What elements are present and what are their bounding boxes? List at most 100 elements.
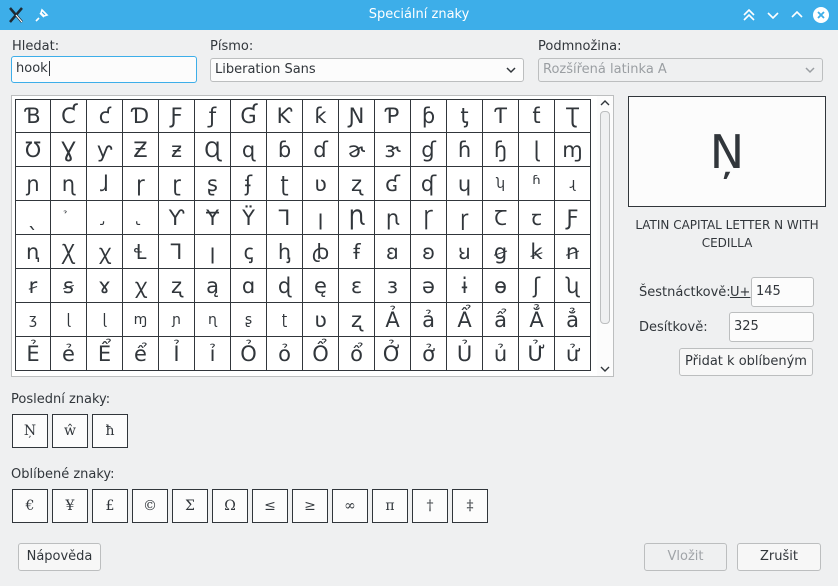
favorite-char[interactable]: ¥	[52, 489, 88, 523]
subset-combo[interactable]: Rozšířená latinka A	[538, 58, 823, 82]
help-button[interactable]: Nápověda	[18, 543, 101, 571]
char-cell[interactable]: Ả	[375, 303, 411, 337]
char-cell[interactable]: ꞁ	[303, 201, 339, 235]
char-cell[interactable]: Ƥ	[375, 99, 411, 133]
char-cell[interactable]: ɚ	[339, 133, 375, 167]
char-cell[interactable]: Ɬ	[123, 235, 159, 269]
char-cell[interactable]: ɤ	[87, 269, 123, 303]
char-cell[interactable]: ẳ	[555, 303, 591, 337]
scrollbar-thumb[interactable]	[600, 111, 610, 324]
char-cell[interactable]: Ꞇ	[483, 201, 519, 235]
char-cell[interactable]: ʈ	[267, 167, 303, 201]
char-cell[interactable]: Ể	[87, 337, 123, 371]
char-cell[interactable]: ʐ	[339, 303, 375, 337]
char-cell[interactable]: Ɣ	[51, 133, 87, 167]
char-cell[interactable]: Ẳ	[519, 303, 555, 337]
char-cell[interactable]: ꞑ	[15, 235, 51, 269]
char-cell[interactable]: ɼ	[123, 167, 159, 201]
char-cell[interactable]: ɱ	[123, 303, 159, 337]
char-cell[interactable]: ʯ	[555, 269, 591, 303]
char-cell[interactable]: ę	[303, 269, 339, 303]
char-cell[interactable]: ʃ	[519, 269, 555, 303]
char-cell[interactable]: Ɓ	[15, 99, 51, 133]
scroll-down-icon[interactable]	[599, 364, 611, 374]
char-cell[interactable]: ɲ	[159, 303, 195, 337]
char-cell[interactable]: Ʈ	[555, 99, 591, 133]
char-cell[interactable]: ɥ	[447, 167, 483, 201]
minimize-icon[interactable]	[763, 5, 783, 25]
char-cell[interactable]: Ꞁ	[267, 201, 303, 235]
char-cell[interactable]: ̢	[123, 201, 159, 235]
char-cell[interactable]: ɵ	[483, 269, 519, 303]
char-cell[interactable]: ʈ	[267, 303, 303, 337]
char-cell[interactable]: ỏ	[267, 337, 303, 371]
keep-above-icon[interactable]	[739, 5, 759, 25]
char-cell[interactable]: Ƒ	[555, 201, 591, 235]
favorite-char[interactable]: π	[372, 489, 408, 523]
char-cell[interactable]: Ổ	[303, 337, 339, 371]
char-cell[interactable]: ɛ	[339, 269, 375, 303]
char-cell[interactable]: ꭓ	[123, 269, 159, 303]
char-cell[interactable]: ở	[411, 337, 447, 371]
char-cell[interactable]: ꞙ	[339, 235, 375, 269]
add-favorite-button[interactable]: Přidat k oblíbeným	[679, 348, 813, 376]
char-cell[interactable]: ą	[195, 269, 231, 303]
char-cell[interactable]: ꞝ	[411, 235, 447, 269]
close-icon[interactable]	[811, 5, 831, 25]
char-cell[interactable]: Ƶ	[123, 133, 159, 167]
char-cell[interactable]: Ƙ	[267, 99, 303, 133]
favorite-char[interactable]: Ω	[212, 489, 248, 523]
char-cell[interactable]: ɭ	[51, 303, 87, 337]
char-cell[interactable]: ƶ	[159, 133, 195, 167]
hex-input[interactable]: 145	[751, 277, 814, 307]
char-cell[interactable]: ɓ	[267, 133, 303, 167]
char-cell[interactable]: ɦ	[447, 133, 483, 167]
char-cell[interactable]: ꞃ	[375, 201, 411, 235]
char-cell[interactable]: ɑ	[231, 269, 267, 303]
char-cell[interactable]: Ở	[375, 337, 411, 371]
character-table[interactable]: ƁƇƈƊƑƒƓƘƙƝƤƥƫƬƭƮƱƔƴƵƶɊɋɓɗɚɝɠɦɧɭɱɲɳɺɼɽʂʄʈ…	[15, 99, 591, 371]
char-cell[interactable]: ƭ	[519, 99, 555, 133]
character-grid[interactable]: ƁƇƈƊƑƒƓƘƙƝƤƥƫƬƭƮƱƔƴƵƶɊɋɓɗɚɝɠɦɧɭɱɲɳɺɼɽʂʄʈ…	[11, 95, 614, 377]
char-cell[interactable]: ɠ	[411, 133, 447, 167]
favorite-char[interactable]: €	[12, 489, 48, 523]
recent-char[interactable]: ħ	[92, 414, 128, 448]
char-cell[interactable]: ̉	[51, 201, 87, 235]
char-cell[interactable]: ꞗ	[303, 235, 339, 269]
char-cell[interactable]: ể	[123, 337, 159, 371]
char-cell[interactable]: ɜ	[375, 269, 411, 303]
char-cell[interactable]: Ƈ	[51, 99, 87, 133]
char-cell[interactable]: ƥ	[411, 99, 447, 133]
search-input[interactable]: hook	[11, 56, 197, 83]
char-cell[interactable]: ɳ	[195, 303, 231, 337]
char-cell[interactable]: Ꞅ	[411, 201, 447, 235]
char-cell[interactable]: ƙ	[303, 99, 339, 133]
favorite-char[interactable]: †	[412, 489, 448, 523]
char-cell[interactable]: Ƒ	[159, 99, 195, 133]
char-cell[interactable]: ʋ	[303, 167, 339, 201]
char-cell[interactable]: Ɲ	[339, 99, 375, 133]
char-cell[interactable]: ử	[555, 337, 591, 371]
char-cell[interactable]: Ɠ	[231, 99, 267, 133]
char-cell[interactable]: ɭ	[519, 133, 555, 167]
char-cell[interactable]: ɱ	[555, 133, 591, 167]
char-cell[interactable]: Ꞁ	[159, 235, 195, 269]
char-cell[interactable]: ʱ	[519, 167, 555, 201]
char-cell[interactable]: ẩ	[483, 303, 519, 337]
char-cell[interactable]: ɺ	[87, 167, 123, 201]
char-cell[interactable]: Ẻ	[15, 337, 51, 371]
char-cell[interactable]: Ꭓ	[51, 235, 87, 269]
char-cell[interactable]: ƫ	[447, 99, 483, 133]
favorite-char[interactable]: ≥	[292, 489, 328, 523]
char-cell[interactable]: ̡	[87, 201, 123, 235]
favorite-char[interactable]: £	[92, 489, 128, 523]
char-cell[interactable]: Ꞃ	[339, 201, 375, 235]
char-cell[interactable]: ꞡ	[483, 235, 519, 269]
char-cell[interactable]: ɲ	[15, 167, 51, 201]
recent-char[interactable]: Ņ	[12, 414, 48, 448]
char-cell[interactable]: ʛ	[375, 167, 411, 201]
char-cell[interactable]: ꞥ	[555, 235, 591, 269]
font-combo[interactable]: Liberation Sans	[210, 58, 524, 82]
char-cell[interactable]: Ỏ	[231, 337, 267, 371]
char-cell[interactable]: ꞣ	[519, 235, 555, 269]
